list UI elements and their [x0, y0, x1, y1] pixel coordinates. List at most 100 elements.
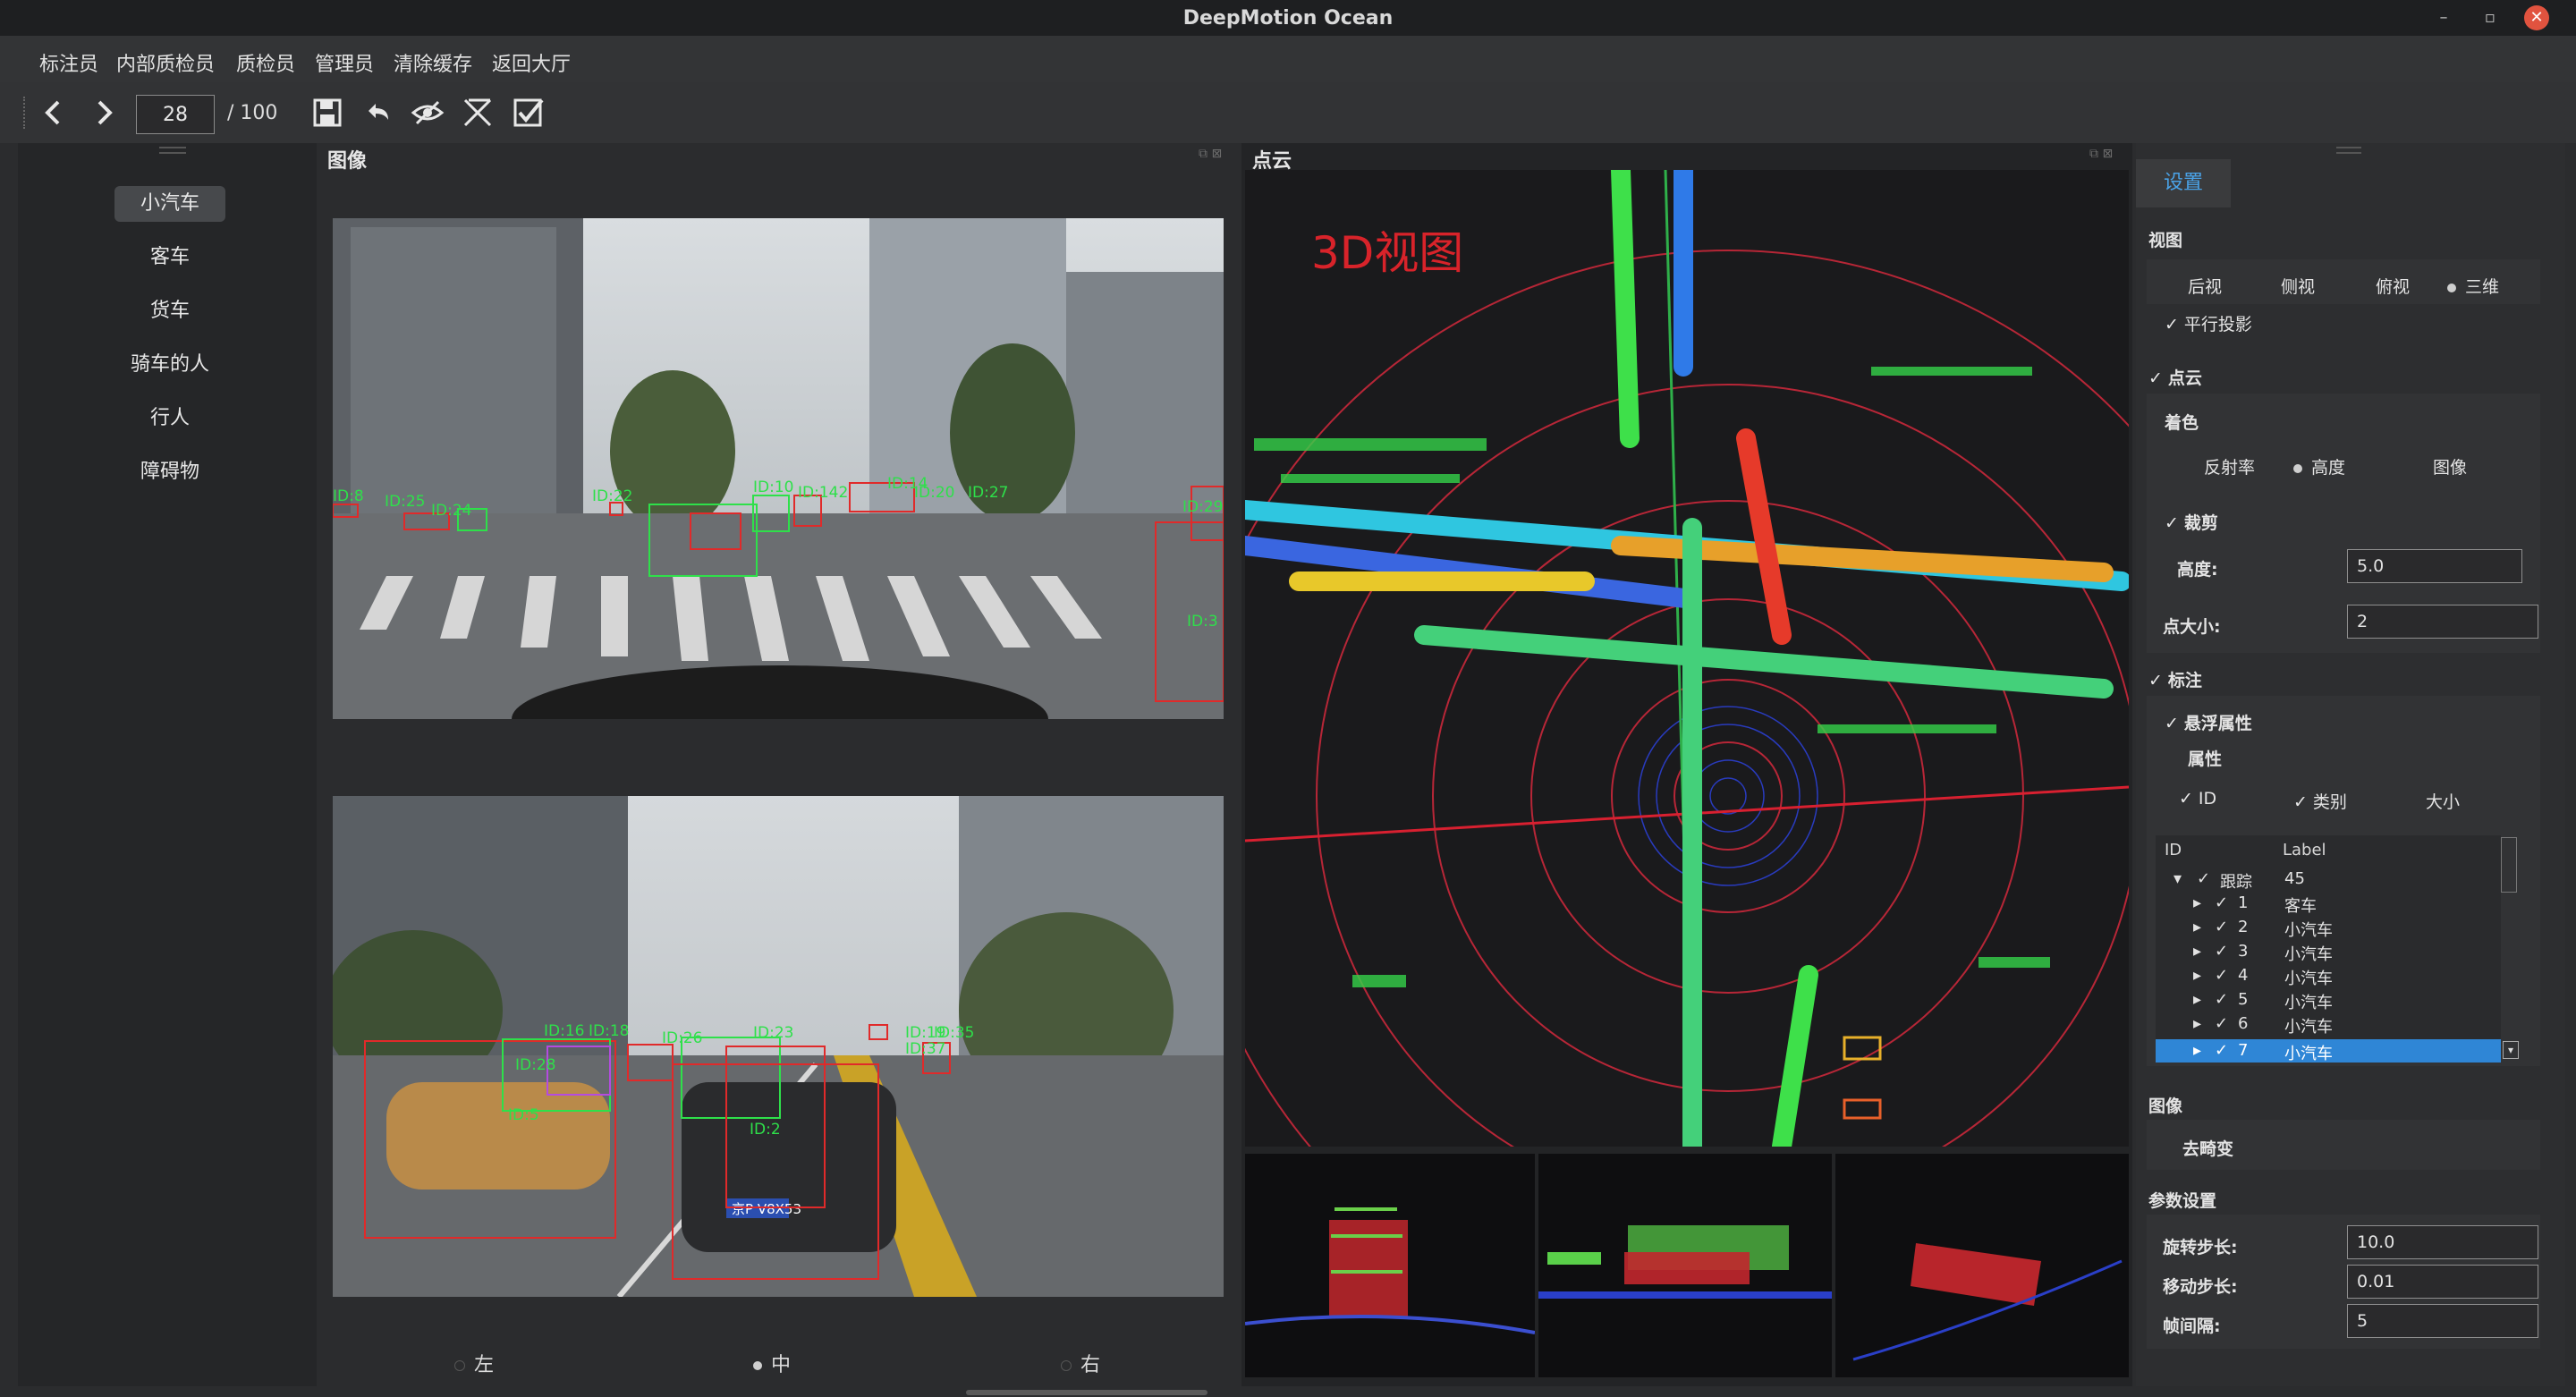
menu-back-to-lobby[interactable]: 返回大厅 [492, 48, 571, 77]
category-cyclist[interactable]: 骑车的人 [114, 347, 225, 383]
undistort-checkbox[interactable]: 去畸变 [2182, 1136, 2233, 1160]
expand-icon[interactable]: ▸ [2193, 966, 2201, 985]
checkbox-label: 平行投影 [2183, 315, 2252, 334]
checkmark-icon: ✓ [2179, 789, 2193, 809]
parallel-projection-checkbox[interactable]: ✓ 平行投影 [2165, 311, 2252, 335]
expand-icon[interactable]: ▸ [2193, 893, 2201, 912]
coloring-height-option[interactable]: 高度 [2293, 454, 2345, 478]
panel-float-icon[interactable]: ⧉ ⊠ [2089, 147, 2113, 161]
dropdown-icon[interactable]: ▾ [2503, 1041, 2519, 1059]
tree-scrollbar[interactable] [2501, 837, 2517, 893]
coloring-image-option[interactable]: 图像 [2433, 454, 2467, 478]
box-label: ID:24 [431, 502, 471, 520]
hide-icon[interactable] [408, 93, 447, 132]
coloring-reflectance-option[interactable]: 反射率 [2204, 454, 2255, 478]
pointcloud-side-view[interactable] [1538, 1154, 1832, 1377]
pointcloud-top-view[interactable] [1835, 1154, 2129, 1377]
tree-row-id: 3 [2238, 942, 2249, 961]
panel-float-icon[interactable]: ⧉ ⊠ [1199, 147, 1222, 161]
radio-label: 三维 [2465, 277, 2500, 297]
tree-row-id: 7 [2238, 1041, 2249, 1060]
tree-column-id[interactable]: ID [2165, 841, 2182, 859]
attr-id-checkbox[interactable]: ✓ ID [2179, 789, 2216, 809]
box-label: ID:142 [798, 484, 848, 502]
height-input[interactable]: 5.0 [2347, 549, 2522, 583]
expand-icon[interactable]: ▸ [2193, 942, 2201, 961]
tree-row[interactable]: ▸ ✓ 1 客车 [2156, 892, 2499, 916]
rotate-step-input[interactable]: 10.0 [2347, 1225, 2538, 1259]
prev-icon[interactable] [34, 93, 73, 132]
expand-icon[interactable]: ▸ [2193, 990, 2201, 1009]
view-rear-option[interactable]: 后视 [2188, 274, 2222, 298]
toolbar: / 100 [0, 82, 2576, 143]
tree-row[interactable]: ▸ ✓ 6 小汽车 [2156, 1012, 2499, 1037]
checkmark-icon[interactable]: ✓ [2215, 893, 2228, 912]
checkmark-icon[interactable]: ✓ [2215, 1041, 2228, 1060]
frame-interval-input[interactable]: 5 [2347, 1304, 2538, 1338]
expand-icon[interactable]: ▸ [2193, 1041, 2201, 1060]
view-side-option[interactable]: 侧视 [2281, 274, 2315, 298]
tab-settings[interactable]: 设置 [2136, 159, 2231, 207]
pointcloud-3d-view[interactable]: 3D视图 [1245, 170, 2129, 1147]
tree-row-root[interactable]: ▾ ✓ 跟踪 45 [2156, 868, 2499, 892]
radio-dot [2447, 283, 2456, 292]
move-step-input[interactable]: 0.01 [2347, 1265, 2538, 1299]
pointcloud-rear-view[interactable] [1245, 1154, 1535, 1377]
crop-checkbox[interactable]: ✓ 裁剪 [2165, 510, 2218, 534]
checkmark-icon[interactable]: ✓ [2215, 990, 2228, 1009]
tree-row[interactable]: ▸ ✓ 3 小汽车 [2156, 940, 2499, 964]
view-3d-option[interactable]: 三维 [2447, 274, 2499, 298]
checkmark-icon[interactable]: ✓ [2215, 918, 2228, 936]
image-section-label: 图像 [2148, 1096, 2183, 1116]
category-pedestrian[interactable]: 行人 [114, 401, 225, 436]
menu-qa[interactable]: 质检员 [236, 48, 295, 77]
checkmark-icon[interactable]: ✓ [2215, 966, 2228, 985]
frame-number-input[interactable] [136, 95, 215, 134]
undo-icon[interactable] [358, 93, 397, 132]
menu-annotator[interactable]: 标注员 [39, 48, 98, 77]
minimize-button[interactable]: – [2431, 5, 2456, 30]
tree-column-label[interactable]: Label [2283, 841, 2326, 859]
attr-size-checkbox[interactable]: 大小 [2426, 789, 2460, 813]
save-icon[interactable] [308, 93, 347, 132]
camera-image-bottom[interactable]: 京P V8X53 ID:16 ID:18 ID:28 ID:5 ID:26 ID… [333, 796, 1224, 1297]
annotation-section-checkbox[interactable]: ✓ 标注 [2148, 667, 2202, 691]
view-left-radio[interactable]: 左 [454, 1349, 494, 1377]
checkmark-icon[interactable]: ✓ [2215, 1014, 2228, 1033]
tool-icon[interactable] [458, 93, 497, 132]
camera-image-top[interactable]: ID:8 ID:25 ID:24 ID:22 ID:10 ID:142 ID:1… [333, 218, 1224, 719]
tree-row[interactable]: ▸ ✓ 4 小汽车 [2156, 964, 2499, 988]
category-truck[interactable]: 货车 [114, 293, 225, 329]
next-icon[interactable] [84, 93, 123, 132]
view-center-radio[interactable]: 中 [753, 1349, 791, 1377]
horizontal-scrollbar[interactable] [966, 1390, 1208, 1395]
close-button[interactable]: ✕ [2524, 5, 2549, 30]
category-bus[interactable]: 客车 [114, 240, 225, 275]
tree-row[interactable]: ▸ ✓ 2 小汽车 [2156, 916, 2499, 940]
category-obstacle[interactable]: 障碍物 [114, 454, 225, 490]
radio-dot [2293, 463, 2302, 473]
expand-icon[interactable]: ▸ [2193, 1014, 2201, 1033]
pointcloud-section-checkbox[interactable]: ✓ 点云 [2148, 365, 2202, 389]
collapse-icon[interactable]: ▾ [2174, 869, 2182, 888]
box-label: ID:3 [1187, 613, 1218, 631]
category-car[interactable]: 小汽车 [114, 186, 225, 222]
view-top-option[interactable]: 俯视 [2376, 274, 2410, 298]
tree-row[interactable]: ▸ ✓ 5 小汽车 [2156, 988, 2499, 1012]
box-label: ID:35 [934, 1024, 974, 1042]
menu-admin[interactable]: 管理员 [315, 48, 374, 77]
checkmark-icon[interactable]: ✓ [2215, 942, 2228, 961]
menu-internal-qa[interactable]: 内部质检员 [116, 48, 215, 77]
maximize-button[interactable]: ▫ [2478, 5, 2503, 30]
float-attr-checkbox[interactable]: ✓ 悬浮属性 [2165, 710, 2252, 734]
view-right-radio[interactable]: 右 [1061, 1349, 1100, 1377]
checkmark-icon[interactable]: ✓ [2197, 869, 2210, 888]
attr-class-checkbox[interactable]: ✓ 类别 [2293, 789, 2347, 813]
check-icon[interactable] [508, 93, 547, 132]
tree-row-selected[interactable]: ▸ ✓ 7 小汽车 [2156, 1039, 2501, 1063]
checkmark-icon: ✓ [2293, 792, 2308, 812]
radio-dot [753, 1361, 762, 1370]
expand-icon[interactable]: ▸ [2193, 918, 2201, 936]
menu-clear-cache[interactable]: 清除缓存 [394, 48, 472, 77]
point-size-input[interactable]: 2 [2347, 605, 2538, 639]
